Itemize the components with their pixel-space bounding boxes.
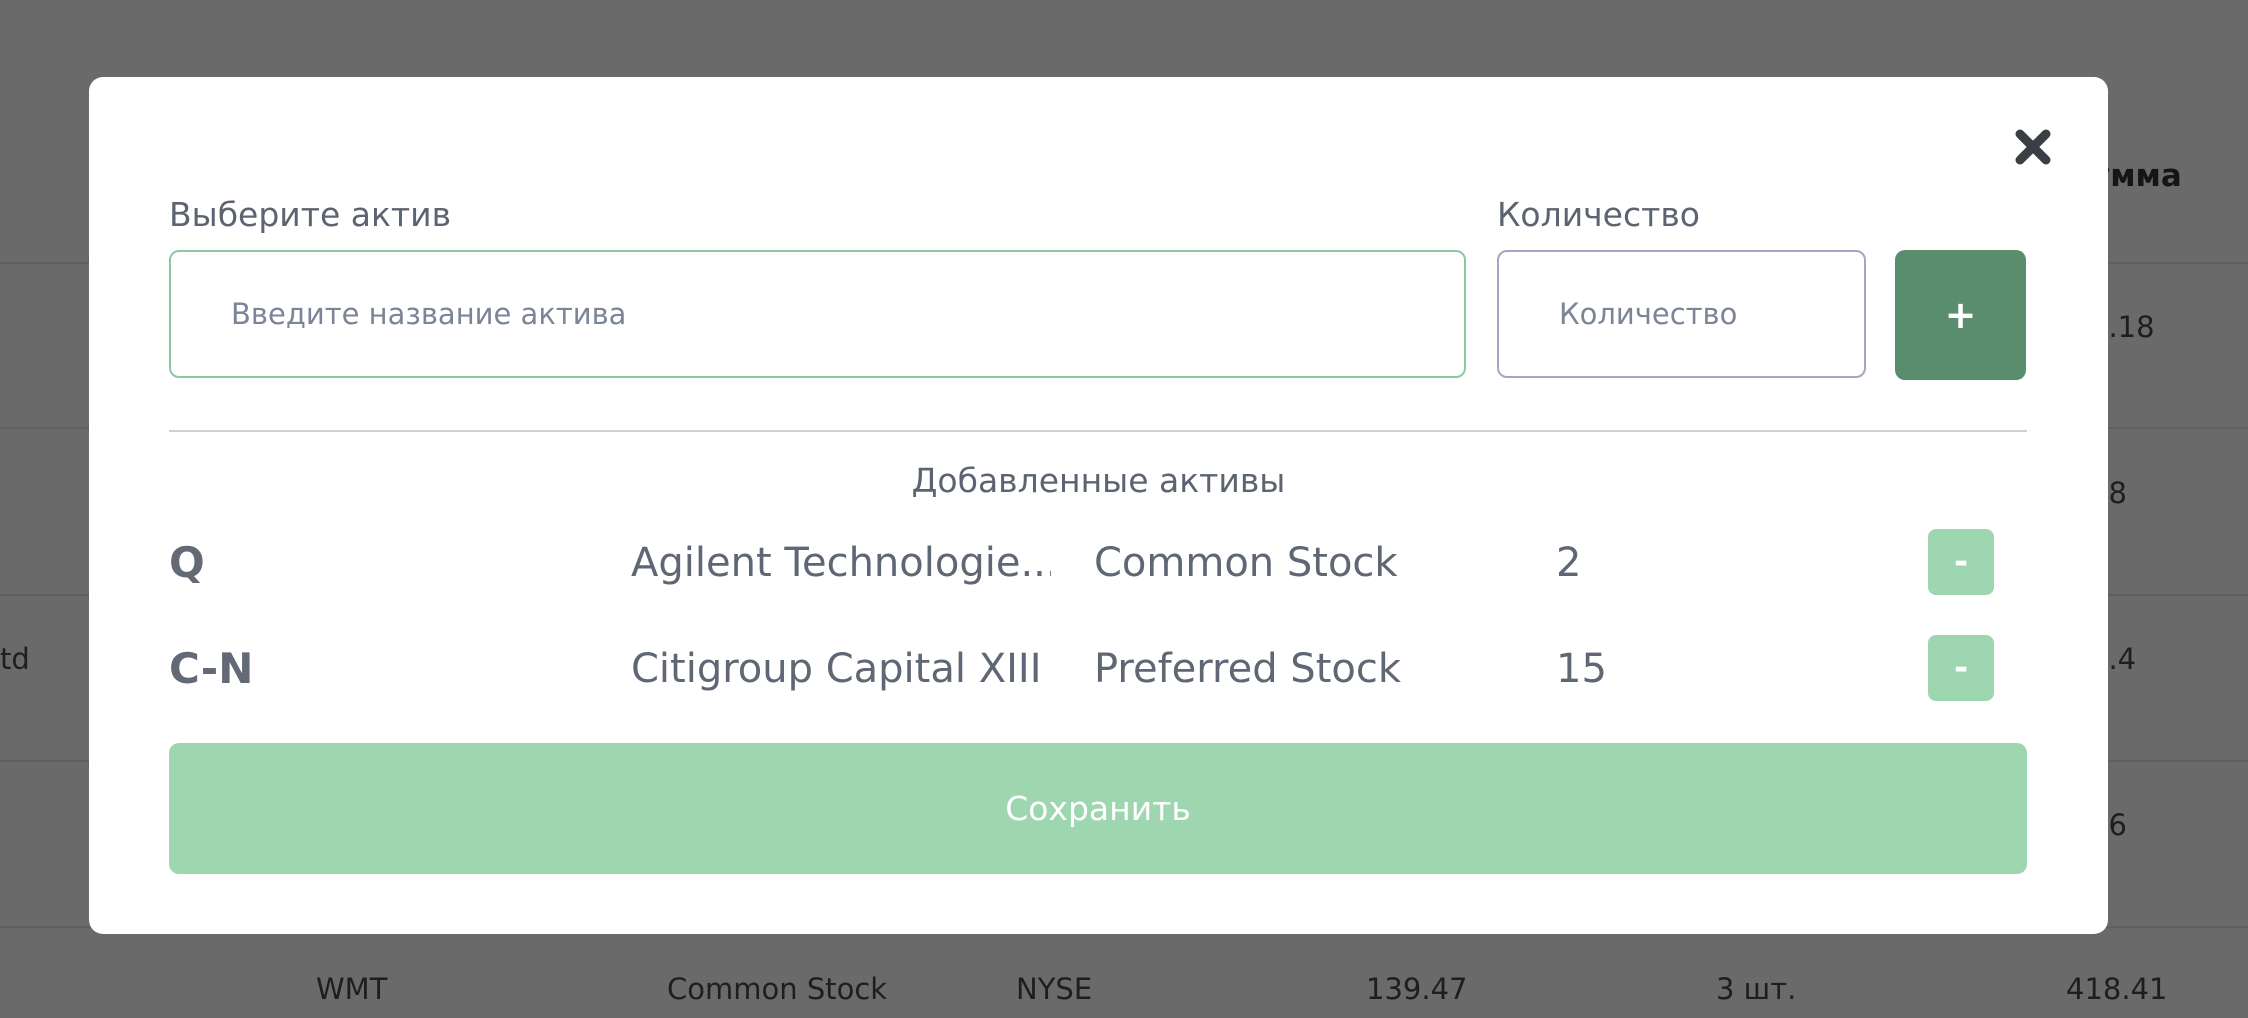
asset-quantity: 2 (1556, 540, 1582, 586)
asset-field-label: Выберите актив (169, 195, 452, 234)
save-button[interactable]: Сохранить (169, 743, 2027, 874)
table-cell-name: td (0, 642, 30, 676)
add-assets-modal: Выберите актив Количество + Добавленные … (89, 77, 2108, 934)
close-button[interactable] (2012, 126, 2054, 168)
table-cell-price: 139.47 (1366, 972, 1468, 1006)
asset-search-input[interactable] (169, 250, 1466, 378)
table-cell-sum: 418.41 (2066, 972, 2168, 1006)
asset-list-item: C-N Citigroup Capital XIII Preferred Sto… (169, 634, 2027, 704)
asset-name: Citigroup Capital XIII (631, 646, 1042, 692)
asset-quantity: 15 (1556, 646, 1607, 692)
asset-ticker: Q (169, 538, 205, 587)
asset-list-item: Q Agilent Technologie... Common Stock 2 … (169, 528, 2027, 598)
quantity-input[interactable] (1497, 250, 1866, 378)
asset-type: Common Stock (1094, 540, 1398, 586)
divider (169, 430, 2027, 432)
table-cell-ticker: WMT (316, 972, 388, 1006)
table-cell-quantity: 3 шт. (1716, 972, 1797, 1006)
table-cell-type: Common Stock (667, 972, 888, 1006)
remove-asset-button[interactable]: - (1928, 635, 1994, 701)
asset-name: Agilent Technologie... (631, 540, 1051, 586)
add-asset-button[interactable]: + (1895, 250, 2026, 380)
remove-asset-button[interactable]: - (1928, 529, 1994, 595)
asset-type: Preferred Stock (1094, 646, 1402, 692)
added-assets-title: Добавленные активы (911, 461, 1286, 500)
close-icon (2015, 129, 2051, 165)
table-cell-exchange: NYSE (1016, 972, 1093, 1006)
asset-ticker: C-N (169, 644, 254, 693)
quantity-field-label: Количество (1497, 195, 1700, 234)
